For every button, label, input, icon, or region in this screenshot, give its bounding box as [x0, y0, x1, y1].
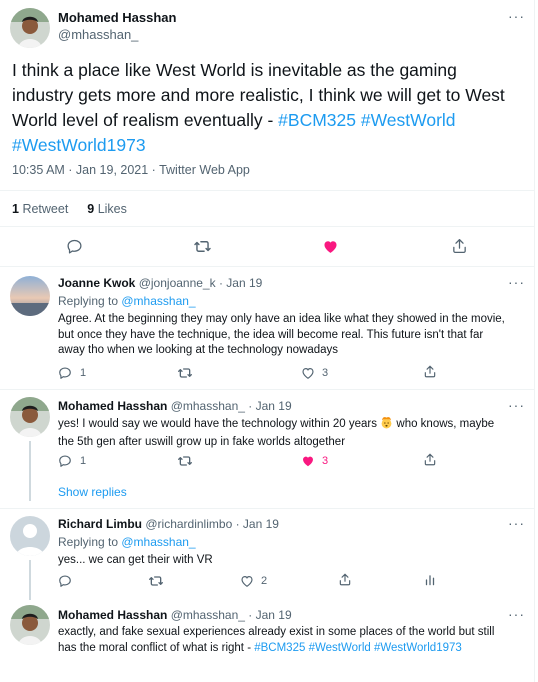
- reply-count: 1: [80, 367, 87, 379]
- reply-text: yes... we can get their with VR: [58, 554, 213, 566]
- tweet-stats: 1 Retweet 9 Likes: [12, 202, 127, 216]
- divider: [0, 266, 535, 267]
- reply-header: Joanne Kwok @jonjoanne_k · Jan 19: [58, 276, 262, 290]
- reply-text-segment: yes! I would say we would have the techn…: [58, 418, 381, 430]
- reply-text-line: has the moral conflict of what is right …: [58, 641, 533, 657]
- avatar-joanne[interactable]: [10, 276, 50, 316]
- more-icon[interactable]: ···: [508, 274, 525, 290]
- retweet-label[interactable]: Retweet: [22, 202, 68, 216]
- like-icon[interactable]: [322, 238, 339, 255]
- retweet-count[interactable]: 1: [12, 202, 19, 216]
- reply-text-line: exactly, and fake sexual experiences alr…: [58, 626, 495, 638]
- tweet-thread: Mohamed Hasshan @mhasshan_ ··· I think a…: [0, 0, 535, 682]
- replying-to-handle[interactable]: @mhasshan_: [121, 294, 195, 308]
- like-icon[interactable]: [240, 574, 254, 588]
- like-icon[interactable]: [301, 366, 315, 380]
- author-handle[interactable]: @richardinlimbo: [145, 517, 232, 531]
- author-handle[interactable]: @jonjoanne_k: [139, 276, 216, 290]
- like-count: 3: [322, 367, 329, 379]
- reply-text: exactly, and fake sexual experiences alr…: [58, 625, 533, 656]
- author-name[interactable]: Joanne Kwok: [58, 276, 135, 290]
- share-icon[interactable]: [423, 364, 437, 379]
- hashtag-link[interactable]: #WestWorld1973: [12, 135, 146, 155]
- reply-date[interactable]: · Jan 19: [236, 517, 279, 531]
- reply-text-segment: who knows, maybe: [393, 418, 495, 430]
- author-handle[interactable]: @mhasshan_: [171, 399, 245, 413]
- reply-icon[interactable]: [58, 574, 72, 588]
- tweet-text-line: industry gets more and more realistic, I…: [12, 85, 505, 105]
- more-icon[interactable]: ···: [508, 8, 525, 24]
- avatar-mohamed[interactable]: [10, 397, 50, 437]
- tweet-timestamp[interactable]: 10:35 AM · Jan 19, 2021 · Twitter Web Ap…: [12, 163, 250, 177]
- replying-to-label: Replying to: [58, 294, 122, 308]
- more-icon[interactable]: ···: [508, 515, 525, 531]
- reply-text: Agree. At the beginning they may only ha…: [58, 312, 533, 359]
- reply-icon[interactable]: [66, 238, 83, 255]
- retweet-icon[interactable]: [148, 573, 164, 589]
- thread-line: [29, 560, 31, 600]
- replying-to-label: Replying to: [58, 535, 122, 549]
- like-count: 2: [261, 575, 268, 587]
- like-count: 3: [322, 455, 329, 467]
- reply-icon[interactable]: [58, 366, 72, 380]
- divider: [0, 190, 535, 191]
- more-icon[interactable]: ···: [508, 397, 525, 413]
- thread-line: [29, 441, 31, 501]
- tweet-text-line: #WestWorld1973: [12, 133, 527, 158]
- like-count[interactable]: 9: [87, 202, 94, 216]
- reply-date[interactable]: · Jan 19: [248, 399, 291, 413]
- reply-text-line: yes! I would say we would have the techn…: [58, 416, 533, 435]
- analytics-icon[interactable]: [423, 573, 437, 587]
- like-label[interactable]: Likes: [98, 202, 127, 216]
- reply-icon[interactable]: [58, 454, 72, 468]
- avatar-mohamed-main[interactable]: [10, 8, 50, 48]
- author-name[interactable]: Mohamed Hasshan: [58, 608, 167, 622]
- divider: [0, 389, 535, 390]
- avatar-richard[interactable]: [10, 516, 50, 556]
- reply-date[interactable]: · Jan 19: [219, 276, 262, 290]
- more-icon[interactable]: ···: [508, 606, 525, 622]
- tweet-text-line: World level of realism eventually - #BCM…: [12, 108, 527, 133]
- hashtag-link[interactable]: #BCM325: [254, 642, 305, 654]
- reply-text-line: Agree. At the beginning they may only ha…: [58, 313, 505, 325]
- retweet-icon[interactable]: [177, 453, 193, 469]
- reply-text-line: the 5th gen after uswill grow up in fake…: [58, 435, 346, 448]
- like-icon[interactable]: [301, 454, 315, 468]
- reply-header: Mohamed Hasshan @mhasshan_ · Jan 19: [58, 399, 292, 413]
- tweet-text-segment: World level of realism eventually -: [12, 110, 279, 130]
- hashtag-link[interactable]: #WestWorld1973: [374, 642, 462, 654]
- divider: [0, 226, 535, 227]
- reply-date[interactable]: · Jan 19: [248, 608, 291, 622]
- reply-text-segment: has the moral conflict of what is right …: [58, 641, 255, 654]
- hashtag-link[interactable]: #BCM325: [278, 110, 356, 130]
- reply-count: 1: [80, 455, 87, 467]
- retweet-icon[interactable]: [177, 365, 193, 381]
- retweet-icon[interactable]: [193, 237, 212, 256]
- replying-to: Replying to @mhasshan_: [58, 294, 196, 308]
- replying-to-handle[interactable]: @mhasshan_: [121, 535, 195, 549]
- author-handle[interactable]: @mhasshan_: [58, 27, 138, 42]
- hashtag-link[interactable]: #WestWorld: [361, 110, 456, 130]
- avatar-mohamed[interactable]: [10, 605, 50, 645]
- reply-text-line: away tho when we looking at the technolo…: [58, 344, 339, 356]
- divider: [0, 508, 535, 509]
- tweet-text: I think a place like West World is inevi…: [12, 58, 527, 158]
- reply-header: Richard Limbu @richardinlimbo · Jan 19: [58, 517, 279, 531]
- hashtag-link[interactable]: #WestWorld: [309, 642, 371, 654]
- tweet-text-line: I think a place like West World is inevi…: [12, 60, 457, 80]
- reply-header: Mohamed Hasshan @mhasshan_ · Jan 19: [58, 608, 292, 622]
- replying-to: Replying to @mhasshan_: [58, 535, 196, 549]
- author-name[interactable]: Mohamed Hasshan: [58, 10, 176, 25]
- share-icon[interactable]: [338, 572, 352, 587]
- reply-text-line: but once they have the technique, the id…: [58, 328, 484, 341]
- share-icon[interactable]: [451, 237, 468, 255]
- author-name[interactable]: Richard Limbu: [58, 517, 142, 531]
- exploding-head-emoji-icon: [380, 416, 393, 435]
- author-name[interactable]: Mohamed Hasshan: [58, 399, 167, 413]
- reply-text: yes! I would say we would have the techn…: [58, 416, 533, 450]
- show-replies-link[interactable]: Show replies: [58, 485, 127, 499]
- author-handle[interactable]: @mhasshan_: [171, 608, 245, 622]
- share-icon[interactable]: [423, 452, 437, 467]
